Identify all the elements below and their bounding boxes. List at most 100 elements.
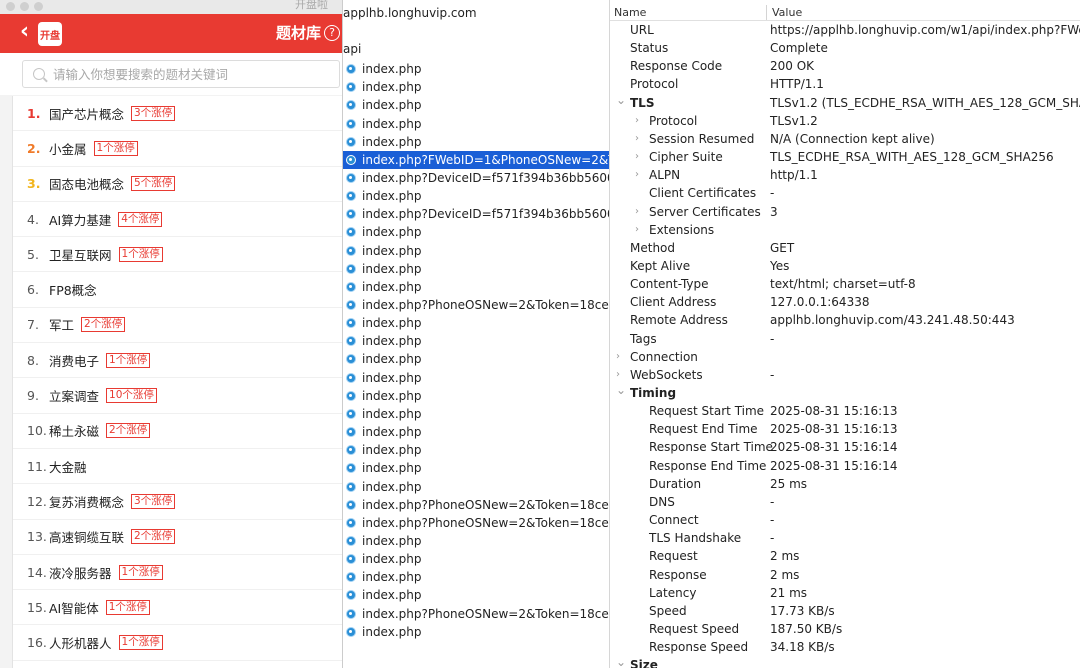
request-row[interactable]: index.php — [343, 532, 609, 550]
chevron-down-icon[interactable]: ⌄ — [616, 656, 626, 668]
request-row[interactable]: index.php?DeviceID=f571f394b36bb560064e — [343, 205, 609, 223]
request-row[interactable]: index.php — [343, 260, 609, 278]
inspector-row[interactable]: Duration 25 ms — [610, 475, 1080, 493]
inspector-row[interactable]: Request Start Time 2025-08-31 15:16:13 — [610, 402, 1080, 420]
topic-row[interactable]: 15. AI智能体 1个涨停 — [13, 590, 342, 626]
request-row[interactable]: index.php — [343, 332, 609, 350]
request-row[interactable]: index.php — [343, 314, 609, 332]
inspector-row[interactable]: DNS - — [610, 493, 1080, 511]
request-row[interactable]: index.php?PhoneOSNew=2&Token=18ce462b — [343, 605, 609, 623]
request-row[interactable]: index.php — [343, 568, 609, 586]
window-controls[interactable] — [6, 2, 43, 11]
topic-row[interactable]: 10. 稀土永磁 2个涨停 — [13, 414, 342, 449]
topic-row[interactable]: 13. 高速铜缆互联 2个涨停 — [13, 520, 342, 555]
request-row[interactable]: index.php — [343, 586, 609, 604]
search-input[interactable] — [53, 64, 333, 84]
folder-node[interactable]: api — [343, 42, 361, 56]
request-row[interactable]: index.php — [343, 550, 609, 568]
inspector-row[interactable]: Method GET — [610, 239, 1080, 257]
topic-row[interactable]: 11. 大金融 — [13, 449, 342, 485]
request-row[interactable]: index.php — [343, 369, 609, 387]
search-box[interactable] — [22, 60, 340, 88]
request-row[interactable]: index.php — [343, 405, 609, 423]
inspector-row[interactable]: Kept Alive Yes — [610, 257, 1080, 275]
inspector-row[interactable]: Response End Time 2025-08-31 15:16:14 — [610, 457, 1080, 475]
request-row[interactable]: index.php?DeviceID=f571f394b36bb560064e — [343, 169, 609, 187]
question-circle-icon[interactable]: ? — [324, 25, 340, 41]
chevron-down-icon[interactable]: ⌄ — [616, 94, 626, 106]
request-row[interactable]: index.php — [343, 114, 609, 132]
request-row[interactable]: index.php — [343, 78, 609, 96]
inspector-row[interactable]: Tags - — [610, 330, 1080, 348]
topic-row[interactable]: 12. 复苏消费概念 3个涨停 — [13, 484, 342, 520]
inspector-row[interactable]: Client Address 127.0.0.1:64338 — [610, 293, 1080, 311]
inspector-row[interactable]: › Connection — [610, 348, 1080, 366]
inspector-row[interactable]: Content-Type text/html; charset=utf-8 — [610, 275, 1080, 293]
inspector-row[interactable]: Connect - — [610, 511, 1080, 529]
request-row[interactable]: index.php — [343, 459, 609, 477]
chevron-right-icon[interactable]: › — [635, 221, 639, 239]
inspector-row[interactable]: Remote Address applhb.longhuvip.com/43.24… — [610, 311, 1080, 329]
column-divider[interactable] — [766, 5, 767, 20]
request-row[interactable]: index.php — [343, 133, 609, 151]
inspector-row[interactable]: Latency 21 ms — [610, 584, 1080, 602]
topic-row[interactable]: 5. 卫星互联网 1个涨停 — [13, 237, 342, 273]
column-header-name[interactable]: Name — [614, 6, 646, 19]
request-row[interactable]: index.php — [343, 387, 609, 405]
request-row[interactable]: index.php — [343, 423, 609, 441]
inspector-row[interactable]: Request 2 ms — [610, 547, 1080, 565]
request-row[interactable]: index.php — [343, 477, 609, 495]
request-row[interactable]: index.php — [343, 223, 609, 241]
chevron-down-icon[interactable]: ⌄ — [616, 384, 626, 396]
request-row[interactable]: index.php — [343, 60, 609, 78]
inspector-row[interactable]: › Server Certificates 3 — [610, 203, 1080, 221]
chevron-right-icon[interactable]: › — [635, 203, 639, 221]
inspector-row[interactable]: Status Complete — [610, 39, 1080, 57]
chevron-left-icon[interactable]: ‹ — [20, 21, 29, 43]
request-row[interactable]: index.php — [343, 96, 609, 114]
request-row[interactable]: index.php — [343, 278, 609, 296]
inspector-row[interactable]: › WebSockets - — [610, 366, 1080, 384]
inspector-row[interactable]: Speed 17.73 KB/s — [610, 602, 1080, 620]
inspector-row[interactable]: ⌄ Timing — [610, 384, 1080, 402]
topic-row[interactable]: 16. 人形机器人 1个涨停 — [13, 626, 342, 661]
request-row[interactable]: index.php — [343, 441, 609, 459]
topic-row[interactable]: 8. 消费电子 1个涨停 — [13, 343, 342, 379]
inspector-row[interactable]: Response Start Time 2025-08-31 15:16:14 — [610, 438, 1080, 456]
column-header-value[interactable]: Value — [772, 6, 802, 19]
inspector-row[interactable]: Request End Time 2025-08-31 15:16:13 — [610, 420, 1080, 438]
inspector-row[interactable]: Protocol HTTP/1.1 — [610, 75, 1080, 93]
topic-row[interactable]: 4. AI算力基建 4个涨停 — [13, 202, 342, 238]
inspector-row[interactable]: › Protocol TLSv1.2 — [610, 112, 1080, 130]
inspector-row[interactable]: › Extensions — [610, 221, 1080, 239]
request-row[interactable]: index.php — [343, 242, 609, 260]
inspector-row[interactable]: › ALPN http/1.1 — [610, 166, 1080, 184]
topic-row[interactable]: 7. 军工 2个涨停 — [13, 308, 342, 344]
inspector-row[interactable]: › Session Resumed N/A (Connection kept ali… — [610, 130, 1080, 148]
chevron-right-icon[interactable]: › — [635, 148, 639, 166]
chevron-right-icon[interactable]: › — [635, 112, 639, 130]
inspector-row[interactable]: Response 2 ms — [610, 566, 1080, 584]
inspector-row[interactable]: TLS Handshake - — [610, 529, 1080, 547]
inspector-row[interactable]: Response Code 200 OK — [610, 57, 1080, 75]
topic-row[interactable]: 6. FP8概念 — [13, 273, 342, 308]
request-row[interactable]: index.php?PhoneOSNew=2&Token=18ce462b — [343, 496, 609, 514]
topic-row[interactable]: 9. 立案调查 10个涨停 — [13, 378, 342, 414]
request-row[interactable]: index.php — [343, 187, 609, 205]
inspector-row[interactable]: ⌄ Size — [610, 656, 1080, 668]
inspector-row[interactable]: URL https://applhb.longhuvip.com/w1/api/i… — [610, 21, 1080, 39]
request-row[interactable]: index.php?PhoneOSNew=2&Token=18ce462b — [343, 514, 609, 532]
host-node[interactable]: applhb.longhuvip.com — [343, 6, 477, 20]
chevron-right-icon[interactable]: › — [635, 130, 639, 148]
inspector-row[interactable]: › Cipher Suite TLS_ECDHE_RSA_WITH_AES_128_… — [610, 148, 1080, 166]
topic-row[interactable]: 2. 小金属 1个涨停 — [13, 131, 342, 167]
inspector-row[interactable]: Client Certificates - — [610, 184, 1080, 202]
request-row[interactable]: index.php — [343, 350, 609, 368]
request-row[interactable]: index.php — [343, 623, 609, 641]
topic-row[interactable]: 14. 液冷服务器 1个涨停 — [13, 555, 342, 591]
chevron-right-icon[interactable]: › — [635, 166, 639, 184]
chevron-right-icon[interactable]: › — [616, 348, 620, 366]
request-row-selected[interactable]: index.php?FWebID=1&PhoneOSNew=2&Token= — [343, 150, 609, 169]
topic-row[interactable]: 1. 国产芯片概念 3个涨停 — [13, 96, 342, 132]
inspector-row[interactable]: ⌄ TLS TLSv1.2 (TLS_ECDHE_RSA_WITH_AES_128_… — [610, 94, 1080, 112]
